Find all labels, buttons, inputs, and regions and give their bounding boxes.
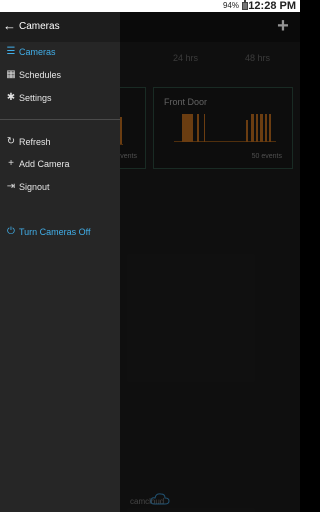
navigation-drawer: ← Cameras ☰ Cameras ▦ Schedules ✱ Settin… bbox=[0, 12, 120, 512]
menu-item-add-camera[interactable]: + Add Camera bbox=[0, 154, 120, 174]
gear-icon: ✱ bbox=[6, 92, 16, 103]
refresh-icon: ↻ bbox=[6, 136, 16, 147]
menu-item-label: Settings bbox=[19, 93, 52, 103]
turn-cameras-off-button[interactable]: ⏻ Turn Cameras Off bbox=[0, 222, 120, 242]
menu-item-schedules[interactable]: ▦ Schedules bbox=[0, 65, 120, 85]
battery-percent: 94% bbox=[222, 1, 239, 10]
menu-item-settings[interactable]: ✱ Settings bbox=[0, 88, 120, 108]
back-arrow-icon[interactable]: ← bbox=[3, 19, 16, 33]
drawer-header: ← Cameras bbox=[0, 12, 120, 42]
status-bar: 94% 12:28 PM bbox=[0, 0, 300, 12]
turn-cameras-off-label: Turn Cameras Off bbox=[19, 227, 91, 237]
power-icon: ⏻ bbox=[7, 226, 15, 237]
battery-icon bbox=[242, 0, 248, 10]
menu-item-label: Add Camera bbox=[19, 159, 70, 169]
clock: 12:28 PM bbox=[248, 0, 296, 12]
calendar-icon: ▦ bbox=[6, 69, 16, 80]
menu-item-label: Cameras bbox=[19, 47, 56, 57]
menu-item-refresh[interactable]: ↻ Refresh bbox=[0, 132, 120, 152]
screen: 94% 12:28 PM + s 24 hrs 48 hrs events Fr… bbox=[0, 0, 300, 512]
menu-item-cameras[interactable]: ☰ Cameras bbox=[0, 42, 120, 62]
plus-icon: + bbox=[8, 158, 14, 169]
list-icon: ☰ bbox=[6, 46, 16, 57]
drawer-title: Cameras bbox=[19, 21, 60, 32]
menu-item-signout[interactable]: ⇥ Signout bbox=[0, 177, 120, 197]
menu-item-label: Signout bbox=[19, 182, 50, 192]
drawer-scrim[interactable] bbox=[120, 12, 300, 512]
menu-item-label: Schedules bbox=[19, 70, 62, 80]
signout-icon: ⇥ bbox=[6, 181, 16, 192]
menu-divider bbox=[0, 119, 120, 120]
menu-item-label: Refresh bbox=[19, 137, 51, 147]
